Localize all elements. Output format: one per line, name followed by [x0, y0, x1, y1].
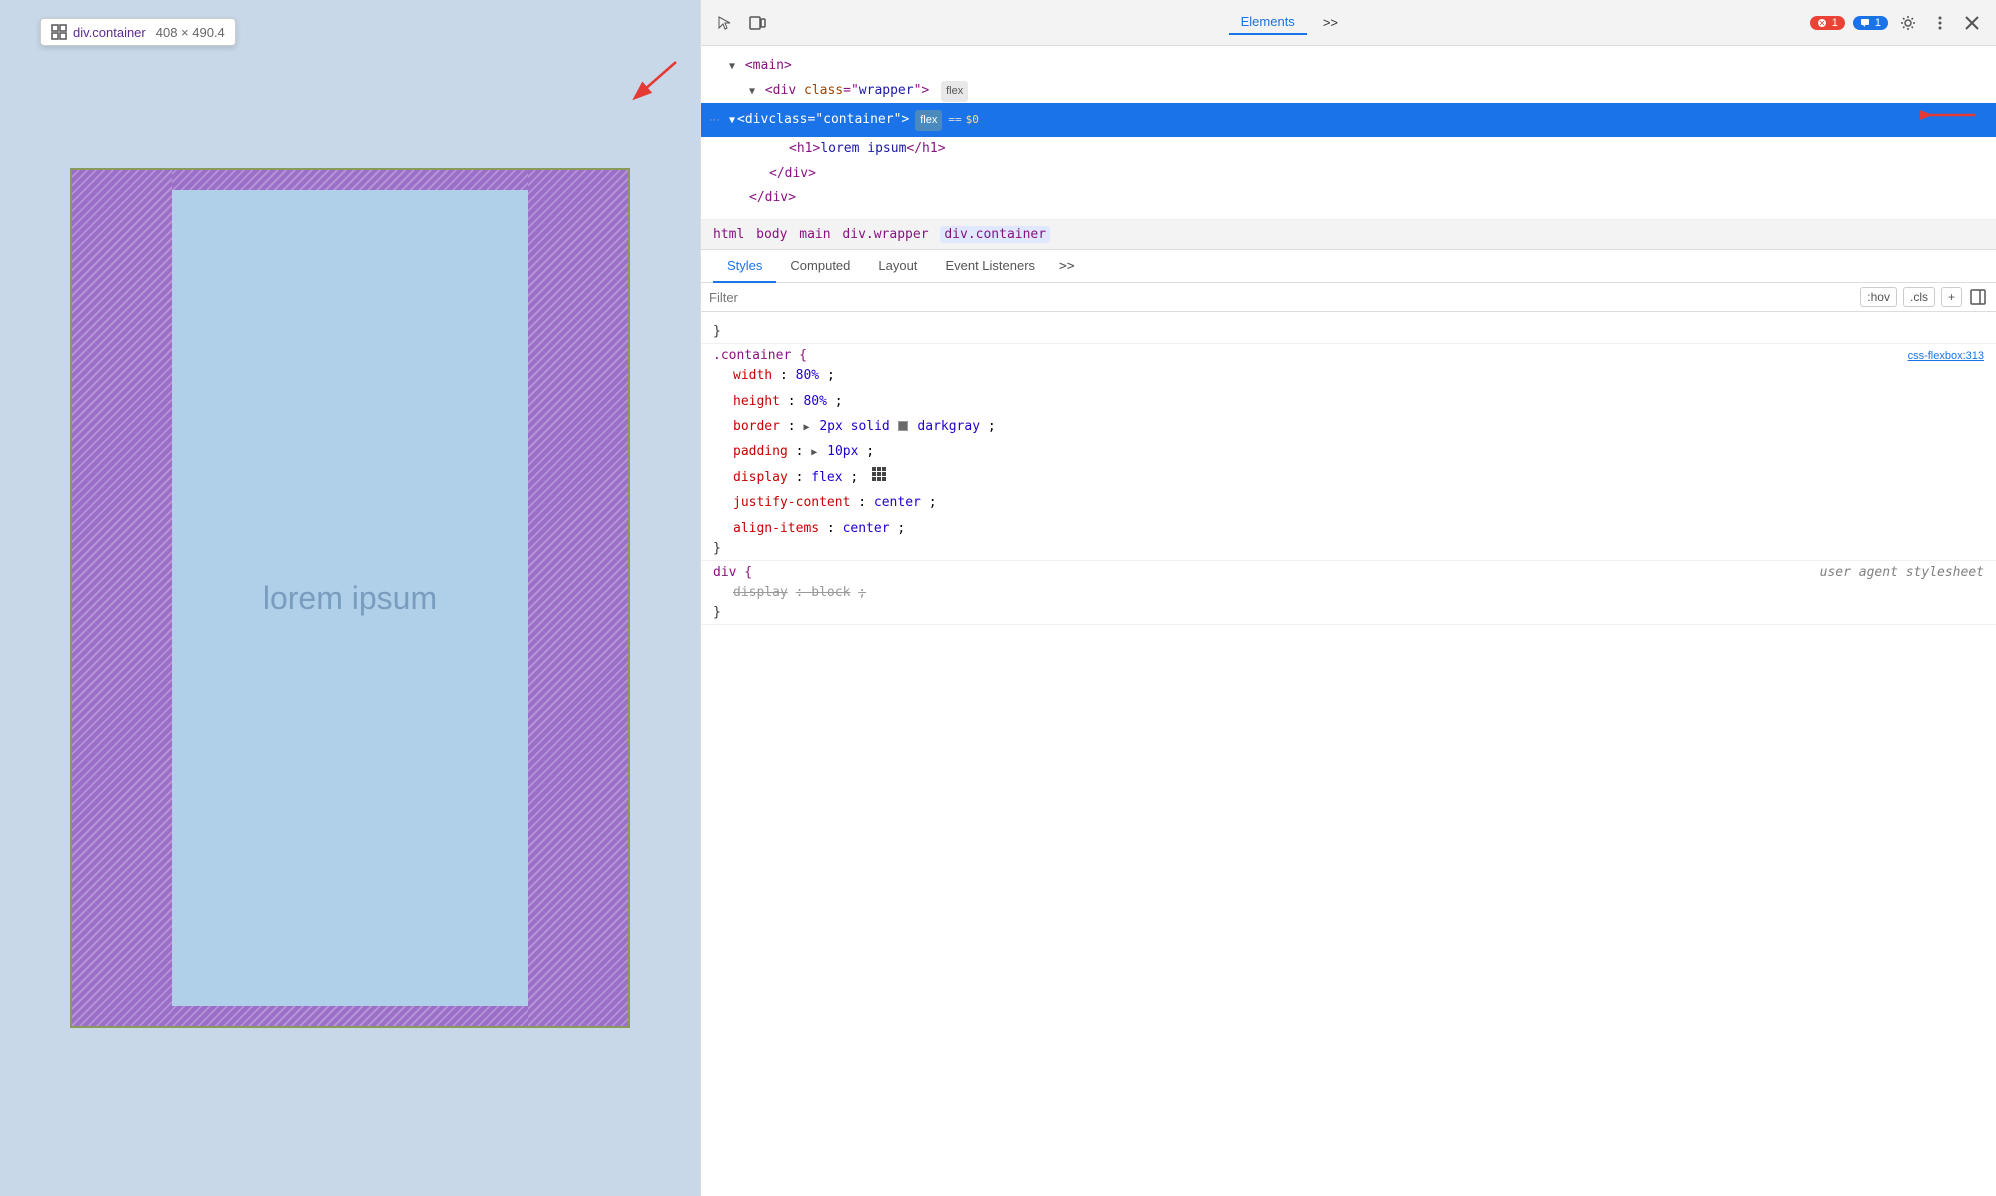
dom-line-main[interactable]: ▼ <main> [701, 54, 1996, 79]
prop-name-width[interactable]: width [733, 368, 772, 383]
prop-name-height[interactable]: height [733, 394, 780, 409]
prop-val-width[interactable]: 80% [796, 368, 819, 383]
breadcrumb-body[interactable]: body [756, 227, 787, 242]
filter-actions: :hov .cls + [1860, 287, 1988, 307]
css-prop-justify-content: justify-content : center ; [713, 490, 1984, 515]
cls-button[interactable]: .cls [1903, 287, 1935, 307]
prop-name-display[interactable]: display [733, 470, 788, 485]
devtools-top-tabs: Elements >> [777, 10, 1802, 35]
prop-name-display-ua[interactable]: display [733, 585, 788, 600]
css-selector-div: div { user agent stylesheet [713, 565, 1984, 580]
styles-panel: } .container { css-flexbox:313 width : 8… [701, 312, 1996, 1196]
prop-val-border-color[interactable]: darkgray [917, 419, 980, 434]
css-prop-border: border : ▶ 2px solid darkgray ; [713, 414, 1984, 439]
tab-layout[interactable]: Layout [864, 250, 931, 283]
prop-val-justify[interactable]: center [874, 495, 921, 510]
selector-text[interactable]: .container { [713, 348, 807, 363]
hatch-right [528, 170, 628, 1026]
css-rule-container: .container { css-flexbox:313 width : 80%… [701, 344, 1996, 561]
tab-elements[interactable]: Elements [1229, 10, 1307, 35]
error-badge: ✕ 1 [1810, 16, 1845, 30]
css-selector-container: .container { css-flexbox:313 [713, 348, 1984, 363]
red-arrow-1 [616, 52, 696, 112]
filter-bar: :hov .cls + [701, 283, 1996, 312]
border-expand-icon[interactable]: ▶ [803, 422, 809, 433]
prop-val-border[interactable]: 2px solid [819, 419, 897, 434]
prop-val-display-ua[interactable]: block [811, 585, 850, 600]
dom-line-wrapper[interactable]: ▼ <div class="wrapper"> flex [701, 79, 1996, 104]
devtools-panel: Elements >> ✕ 1 1 [700, 0, 1996, 1196]
dom-line-h1[interactable]: <h1>lorem ipsum</h1> [701, 137, 1996, 162]
lorem-ipsum-text: lorem ipsum [263, 580, 437, 617]
color-swatch-darkgray[interactable] [898, 421, 908, 431]
selector-text-div[interactable]: div { [713, 565, 752, 580]
css-source-useragent: user agent stylesheet [1820, 565, 1984, 580]
hov-button[interactable]: :hov [1860, 287, 1897, 307]
settings-icon[interactable] [1896, 11, 1920, 35]
toggle-sidebar-icon[interactable] [1968, 287, 1988, 307]
tab-event-listeners[interactable]: Event Listeners [931, 250, 1049, 283]
tab-computed[interactable]: Computed [776, 250, 864, 283]
breadcrumb-html[interactable]: html [713, 227, 744, 242]
prop-name-justify[interactable]: justify-content [733, 495, 850, 510]
tooltip-tag: div.container [73, 25, 146, 40]
prop-name-border[interactable]: border [733, 419, 780, 434]
css-prop-display-ua: display : block ; [713, 580, 1984, 605]
add-style-button[interactable]: + [1941, 287, 1962, 307]
css-close-brace-top: } [713, 324, 1984, 339]
tooltip-size: 408 × 490.4 [156, 25, 225, 40]
prop-name-padding[interactable]: padding [733, 444, 788, 459]
css-rule-partial: } [701, 320, 1996, 344]
hatch-top [172, 170, 528, 190]
dom-tree: ▼ <main> ▼ <div class="wrapper"> flex ··… [701, 46, 1996, 220]
more-icon[interactable] [1928, 11, 1952, 35]
breadcrumb-wrapper[interactable]: div.wrapper [842, 227, 928, 242]
panel-tabs: Styles Computed Layout Event Listeners >… [701, 250, 1996, 283]
close-icon[interactable] [1960, 11, 1984, 35]
css-rule-div: div { user agent stylesheet display : bl… [701, 561, 1996, 625]
comment-badge: 1 [1853, 16, 1888, 30]
inspect-icon[interactable] [713, 11, 737, 35]
browser-preview: div.container 408 × 490.4 lorem ipsum [0, 0, 700, 1196]
device-icon[interactable] [745, 11, 769, 35]
prop-val-align[interactable]: center [843, 521, 890, 536]
flex-grid-icon[interactable] [872, 466, 886, 489]
container-box: lorem ipsum [70, 168, 630, 1028]
red-arrow-2 [1920, 103, 1980, 127]
dom-line-div-close[interactable]: </div> [701, 162, 1996, 187]
prop-val-display[interactable]: flex [811, 470, 842, 485]
css-close-brace-container: } [713, 541, 1984, 556]
breadcrumb: html body main div.wrapper div.container [701, 220, 1996, 250]
css-close-brace-div: } [713, 605, 1984, 620]
dom-line-wrapper-close[interactable]: </div> [701, 186, 1996, 211]
tab-more[interactable]: >> [1311, 11, 1350, 34]
css-prop-width: width : 80% ; [713, 363, 1984, 388]
filter-input[interactable] [709, 290, 1852, 305]
devtools-toolbar: Elements >> ✕ 1 1 [701, 0, 1996, 46]
svg-text:✕: ✕ [1818, 19, 1825, 28]
hatch-bottom [172, 1006, 528, 1026]
breadcrumb-main[interactable]: main [799, 227, 830, 242]
css-prop-display: display : flex ; [713, 465, 1984, 491]
css-source-link[interactable]: css-flexbox:313 [1908, 350, 1984, 362]
css-prop-height: height : 80% ; [713, 389, 1984, 414]
toolbar-right: ✕ 1 1 [1810, 11, 1984, 35]
css-prop-align-items: align-items : center ; [713, 516, 1984, 541]
element-icon [51, 24, 67, 40]
tab-styles[interactable]: Styles [713, 250, 776, 283]
element-tooltip: div.container 408 × 490.4 [40, 18, 236, 46]
dom-line-container[interactable]: ··· ▼ <div class="container"> flex == $0 [701, 103, 1996, 137]
css-prop-padding: padding : ▶ 10px ; [713, 439, 1984, 464]
padding-expand-icon[interactable]: ▶ [811, 447, 817, 458]
prop-val-height[interactable]: 80% [803, 394, 826, 409]
hatch-left [72, 170, 172, 1026]
prop-val-padding[interactable]: 10px [827, 444, 858, 459]
tab-more-panel[interactable]: >> [1049, 251, 1085, 282]
prop-name-align[interactable]: align-items [733, 521, 819, 536]
breadcrumb-container[interactable]: div.container [940, 226, 1050, 243]
